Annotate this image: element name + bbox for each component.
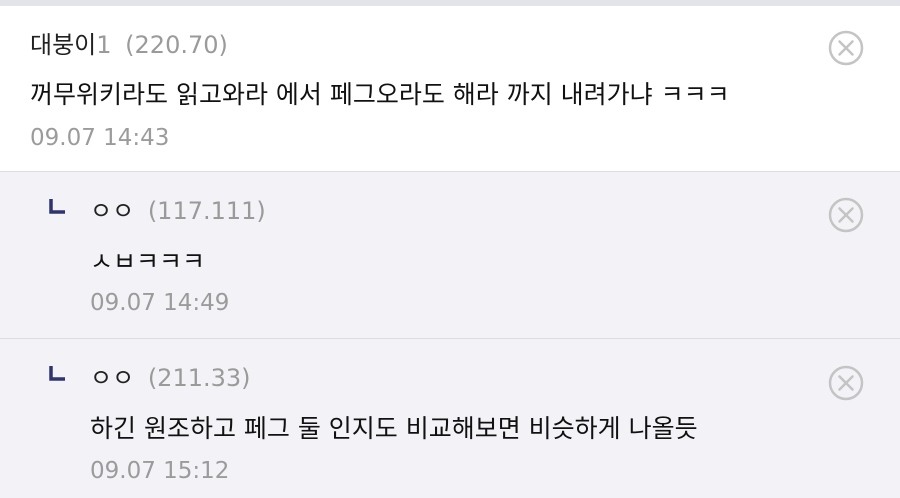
- circle-x-icon: [828, 197, 864, 233]
- author-ip: (211.33): [147, 364, 251, 392]
- comment-timestamp: 09.07 15:12: [90, 458, 230, 484]
- comment-author: ㅇㅇ (211.33): [90, 363, 251, 393]
- comment-author: ㅇㅇ (117.111): [90, 196, 266, 226]
- delete-button[interactable]: [828, 30, 864, 66]
- author-ip: (117.111): [147, 197, 266, 225]
- comment-text: 꺼무위키라도 읽고와라 에서 페그오라도 해라 까지 내려가냐 ㅋㅋㅋ: [30, 80, 730, 109]
- reply-item: ㅇㅇ (117.111) ㅅㅂㅋㅋㅋ 09.07 14:49: [0, 172, 900, 339]
- reply-arrow-icon: [48, 364, 68, 384]
- delete-button[interactable]: [828, 365, 864, 401]
- comment-text: ㅅㅂㅋㅋㅋ: [90, 247, 206, 276]
- author-suffix: 1: [96, 31, 112, 59]
- comment-timestamp: 09.07 14:43: [30, 125, 170, 151]
- comment-item: 대붕이1 (220.70) 꺼무위키라도 읽고와라 에서 페그오라도 해라 까지…: [0, 6, 900, 172]
- author-name[interactable]: ㅇㅇ: [90, 364, 134, 392]
- comment-timestamp: 09.07 14:49: [90, 290, 230, 316]
- reply-arrow-icon: [48, 197, 68, 217]
- comment-author: 대붕이1 (220.70): [30, 30, 228, 60]
- author-ip: (220.70): [125, 31, 228, 59]
- delete-button[interactable]: [828, 197, 864, 233]
- circle-x-icon: [828, 30, 864, 66]
- author-name[interactable]: 대붕이: [30, 31, 96, 59]
- reply-item: ㅇㅇ (211.33) 하긴 원조하고 페그 둘 인지도 비교해보면 비슷하게 …: [0, 339, 900, 498]
- author-name[interactable]: ㅇㅇ: [90, 197, 134, 225]
- circle-x-icon: [828, 365, 864, 401]
- comment-text: 하긴 원조하고 페그 둘 인지도 비교해보면 비슷하게 나올듯: [90, 414, 698, 443]
